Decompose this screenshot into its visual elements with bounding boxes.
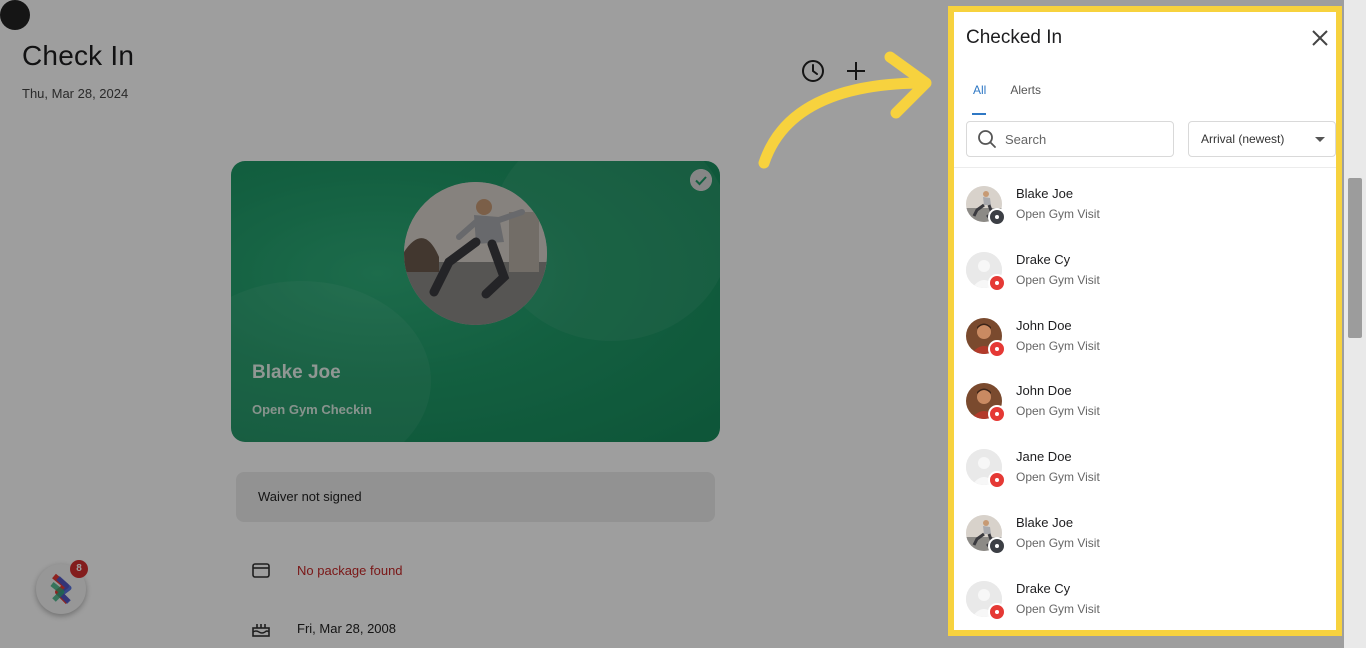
checked-in-drawer: Checked In All Alerts Arrival (newest) B… — [948, 6, 1342, 636]
drawer-tabs: All Alerts — [971, 83, 1041, 115]
list-item-visit: Open Gym Visit — [1016, 470, 1100, 485]
status-badge — [988, 339, 1006, 358]
list-item[interactable]: Drake Cy Open Gym Visit — [966, 578, 1336, 630]
annotation-arrow-icon — [758, 51, 932, 169]
status-badge — [988, 602, 1006, 621]
list-item[interactable]: Drake Cy Open Gym Visit — [966, 249, 1336, 315]
list-item-name: Blake Joe — [1016, 514, 1074, 530]
list-item-visit: Open Gym Visit — [1016, 535, 1100, 550]
list-item[interactable]: Blake Joe Open Gym Visit — [966, 183, 1336, 249]
sort-select[interactable]: Arrival (newest) — [1188, 121, 1336, 157]
list-item-visit: Open Gym Visit — [1016, 272, 1100, 287]
close-icon[interactable] — [1310, 28, 1330, 48]
drawer-title: Checked In — [966, 27, 1063, 48]
list-item-name: Jane Doe — [1016, 449, 1072, 465]
list-item-visit: Open Gym Visit — [1016, 601, 1100, 616]
list-item-visit: Open Gym Visit — [1016, 338, 1100, 353]
list-item-name: Drake Cy — [1016, 251, 1071, 267]
status-badge — [988, 471, 1006, 490]
tab-alerts[interactable]: Alerts — [1010, 83, 1041, 107]
search-input[interactable] — [1005, 131, 1155, 147]
status-badge — [988, 273, 1006, 292]
list-item-visit: Open Gym Visit — [1016, 404, 1100, 419]
list-item-name: Blake Joe — [1016, 186, 1074, 201]
search-icon — [978, 130, 996, 148]
list-item-name: John Doe — [1016, 317, 1072, 333]
divider — [954, 167, 1336, 168]
list-item[interactable]: Jane Doe Open Gym Visit — [966, 446, 1336, 512]
list-item[interactable]: John Doe Open Gym Visit — [966, 315, 1336, 381]
sort-value: Arrival (newest) — [1201, 132, 1285, 146]
list-item-name: Drake Cy — [1016, 580, 1071, 596]
list-item[interactable]: John Doe Open Gym Visit — [966, 380, 1336, 446]
status-badge — [988, 405, 1006, 424]
search-box[interactable] — [966, 121, 1174, 157]
list-item[interactable]: Blake Joe Open Gym Visit — [966, 512, 1336, 578]
chevron-down-icon — [1315, 136, 1325, 142]
status-badge — [988, 536, 1006, 555]
checked-in-list: Blake Joe Open Gym Visit Drake Cy Open G… — [966, 183, 1336, 630]
page-scrollbar-thumb[interactable] — [1348, 178, 1362, 338]
list-item-visit: Open Gym Visit — [1016, 207, 1100, 221]
tab-all[interactable]: All — [971, 83, 987, 115]
status-badge — [988, 208, 1006, 226]
list-item-name: John Doe — [1016, 383, 1072, 399]
